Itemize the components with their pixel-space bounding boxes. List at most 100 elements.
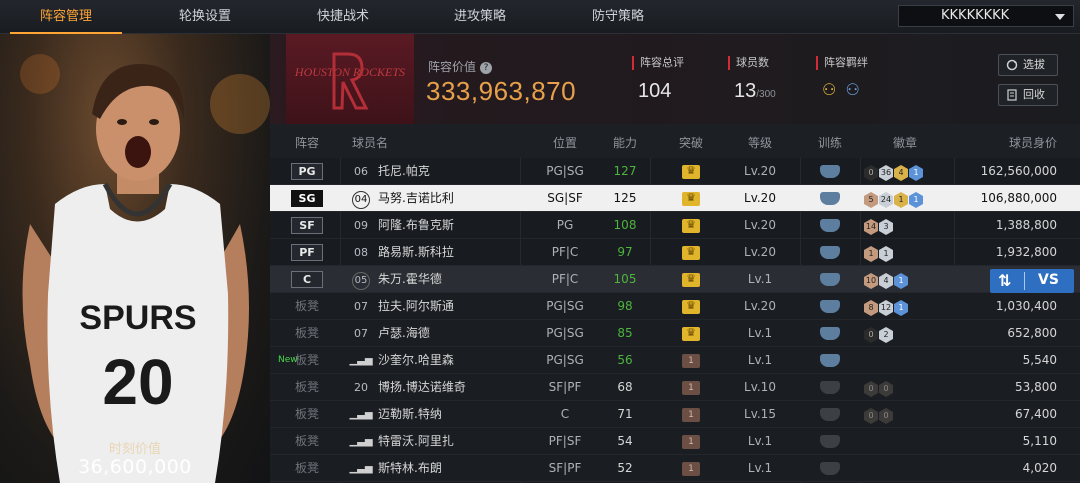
- training-shield-icon[interactable]: [820, 219, 840, 232]
- player-level: Lv.20: [744, 191, 776, 205]
- player-count-stat: 球员数 13/300: [728, 56, 776, 103]
- tab-rotation-settings[interactable]: 轮换设置: [145, 0, 265, 34]
- crown-icon[interactable]: [682, 296, 700, 316]
- table-row[interactable]: SF 09 阿隆.布鲁克斯 PG 108 Lv.20 143 1,388,800: [270, 212, 1080, 239]
- badge-list[interactable]: 02: [864, 320, 954, 347]
- training-shield-icon[interactable]: [820, 300, 840, 313]
- player-portrait: SPURS 20: [22, 64, 249, 483]
- jersey-text: SPURS: [79, 299, 196, 337]
- crown-icon[interactable]: [682, 323, 700, 343]
- training-shield-icon[interactable]: [820, 381, 840, 394]
- breakthrough-level-icon[interactable]: [682, 405, 700, 425]
- player-name[interactable]: 马努.吉诺比利: [378, 185, 518, 212]
- header-badges: 徽章: [892, 136, 917, 150]
- header-player-value: 球员身价: [1008, 136, 1057, 150]
- crown-icon[interactable]: [682, 242, 700, 262]
- table-row[interactable]: 板凳 20 博扬.博达诺维奇 SF|PF 68 Lv.10 00 53,800: [270, 374, 1080, 401]
- header-ability: 能力: [612, 136, 637, 150]
- bench-label: 板凳: [294, 326, 319, 340]
- jersey-num: 08: [354, 246, 368, 259]
- table-row[interactable]: New 板凳 ▁▃▅ 沙奎尔.哈里森 PG|SG 56 Lv.1 5,540: [270, 347, 1080, 374]
- training-shield-icon[interactable]: [820, 408, 840, 421]
- breakthrough-level-icon[interactable]: [682, 432, 700, 452]
- training-shield-icon[interactable]: [820, 462, 840, 475]
- player-ability: 71: [617, 407, 633, 421]
- crown-icon[interactable]: [682, 188, 700, 208]
- account-dropdown[interactable]: KKKKKKKK: [898, 5, 1074, 27]
- tab-offense-strategy[interactable]: 进攻策略: [420, 0, 540, 34]
- player-name[interactable]: 特雷沃.阿里扎: [378, 428, 518, 455]
- player-value: 53,800: [1015, 380, 1057, 394]
- badge-list[interactable]: 11: [864, 239, 954, 266]
- badge-list[interactable]: 8 12 1: [864, 293, 954, 320]
- training-shield-icon[interactable]: [820, 246, 840, 259]
- training-shield-icon[interactable]: [820, 165, 840, 178]
- player-name[interactable]: 阿隆.布鲁克斯: [378, 212, 518, 239]
- rockets-logo-icon: HOUSTON ROCKETS: [294, 52, 405, 110]
- player-level: Lv.15: [744, 407, 776, 421]
- player-name[interactable]: 沙奎尔.哈里森: [378, 347, 518, 374]
- player-name[interactable]: 拉夫.阿尔斯通: [378, 293, 518, 320]
- table-row[interactable]: 板凳 ▁▃▅ 迈勒斯.特纳 C 71 Lv.15 00 67,400: [270, 401, 1080, 428]
- badge-list[interactable]: 00: [864, 374, 954, 401]
- account-name: KKKKKKKK: [941, 8, 1010, 23]
- chemistry-blue-icon[interactable]: ⚇: [845, 80, 859, 99]
- crown-icon[interactable]: [682, 269, 700, 289]
- table-row[interactable]: 板凳 ▁▃▅ 斯特林.布朗 SF|PF 52 Lv.1 4,020: [270, 455, 1080, 482]
- header-breakthrough: 突破: [678, 136, 703, 150]
- player-ability: 127: [613, 164, 637, 178]
- training-shield-icon[interactable]: [820, 273, 840, 286]
- table-row[interactable]: 板凳 07 卢瑟.海德 PG|SG 85 Lv.1 02 652,800: [270, 320, 1080, 347]
- breakthrough-level-icon[interactable]: [682, 459, 700, 479]
- swap-vs-button[interactable]: ⇅ VS: [990, 269, 1074, 293]
- training-shield-icon[interactable]: [820, 192, 840, 205]
- player-name[interactable]: 斯特林.布朗: [378, 455, 518, 482]
- badge-list[interactable]: 5 24 1 1: [864, 185, 954, 212]
- team-logo: HOUSTON ROCKETS: [286, 34, 414, 124]
- signal-icon: ▁▃▅: [349, 355, 373, 366]
- player-name[interactable]: 路易斯.斯科拉: [378, 239, 518, 266]
- badge-list[interactable]: 10 4 1: [864, 266, 954, 293]
- badge-list[interactable]: 00: [864, 401, 954, 428]
- badge-list[interactable]: 0 36 4 1: [864, 158, 954, 185]
- badge-list[interactable]: 14 3: [864, 212, 954, 239]
- help-icon[interactable]: ?: [480, 62, 493, 74]
- breakthrough-level-icon[interactable]: [682, 378, 700, 398]
- chemistry-stat: 阵容羁绊 ⚇ ⚇: [816, 56, 868, 99]
- player-name[interactable]: 迈勒斯.特纳: [378, 401, 518, 428]
- jersey-num: 09: [354, 219, 368, 232]
- jersey-num: 04: [352, 191, 370, 209]
- player-name[interactable]: 卢瑟.海德: [378, 320, 518, 347]
- player-name[interactable]: 托尼.帕克: [378, 158, 518, 185]
- player-position: PG|SG: [546, 353, 584, 367]
- tab-defense-strategy[interactable]: 防守策略: [558, 0, 678, 34]
- signal-icon: ▁▃▅: [349, 409, 373, 420]
- training-shield-icon[interactable]: [820, 435, 840, 448]
- player-ability: 52: [617, 461, 633, 475]
- chemistry-gold-icon[interactable]: ⚇: [822, 80, 836, 99]
- player-position: PF|SF: [548, 434, 582, 448]
- player-position: SF|PF: [548, 461, 582, 475]
- table-row[interactable]: PF 08 路易斯.斯科拉 PF|C 97 Lv.20 11 1,932,800: [270, 239, 1080, 266]
- training-shield-icon[interactable]: [820, 327, 840, 340]
- header-position: 位置: [552, 136, 577, 150]
- recycle-button[interactable]: 回收: [998, 84, 1058, 106]
- player-name[interactable]: 博扬.博达诺维奇: [378, 374, 518, 401]
- table-row[interactable]: PG 06 托尼.帕克 PG|SG 127 Lv.20 03641 162,56…: [270, 158, 1080, 185]
- player-value: 1,030,400: [995, 299, 1057, 313]
- tab-quick-tactics[interactable]: 快捷战术: [283, 0, 403, 34]
- crown-icon[interactable]: [682, 161, 700, 181]
- table-row[interactable]: 板凳 07 拉夫.阿尔斯通 PG|SG 98 Lv.20 8121 1,030,…: [270, 293, 1080, 320]
- training-shield-icon[interactable]: [820, 354, 840, 367]
- player-position: PF|C: [551, 245, 579, 259]
- crown-icon[interactable]: [682, 215, 700, 235]
- bench-label: 板凳: [294, 380, 319, 394]
- player-value: 162,560,000: [980, 164, 1057, 178]
- breakthrough-level-icon[interactable]: [682, 351, 700, 371]
- table-row-highlighted[interactable]: C 05 朱万.霍华德 PF|C 105 Lv.1 1041 3: [270, 266, 1080, 293]
- tab-lineup-management[interactable]: 阵容管理: [6, 0, 126, 34]
- player-name[interactable]: 朱万.霍华德: [378, 266, 518, 293]
- table-row-selected[interactable]: SG 04 马努.吉诺比利 SG|SF 125 Lv.20 52411 106,…: [270, 185, 1080, 212]
- pick-button[interactable]: 选拔: [998, 54, 1058, 76]
- table-row[interactable]: 板凳 ▁▃▅ 特雷沃.阿里扎 PF|SF 54 Lv.1 5,110: [270, 428, 1080, 455]
